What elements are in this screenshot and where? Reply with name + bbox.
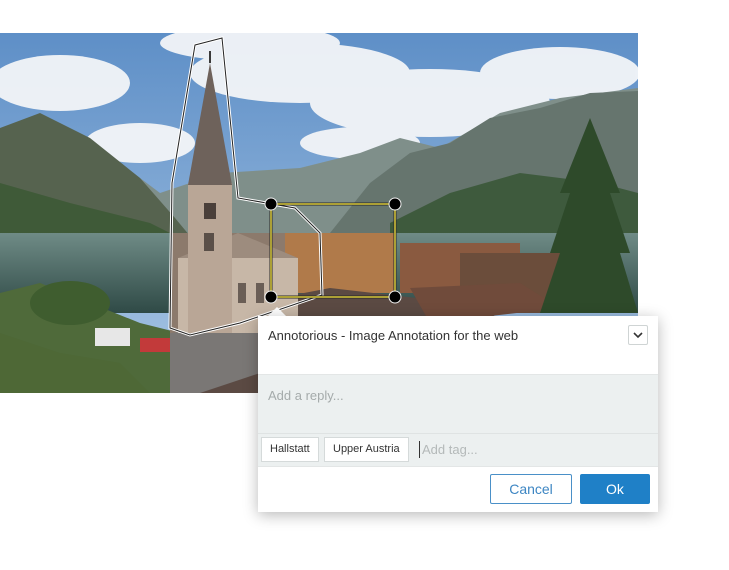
reply-placeholder: Add a reply... bbox=[268, 388, 344, 403]
editor-footer: Cancel Ok bbox=[258, 467, 658, 512]
comment-menu-button[interactable] bbox=[628, 325, 648, 345]
annotation-editor: Annotorious - Image Annotation for the w… bbox=[258, 316, 658, 512]
resize-handle-bottom-left[interactable] bbox=[264, 290, 278, 304]
popup-pointer bbox=[268, 307, 286, 316]
rectangle-selection[interactable] bbox=[264, 197, 402, 304]
resize-handle-top-left[interactable] bbox=[264, 197, 278, 211]
comment-section: Annotorious - Image Annotation for the w… bbox=[258, 316, 658, 375]
chevron-down-icon bbox=[633, 331, 643, 338]
polygon-annotation[interactable] bbox=[168, 36, 324, 337]
comment-text: Annotorious - Image Annotation for the w… bbox=[268, 328, 519, 343]
resize-handle-bottom-right[interactable] bbox=[388, 290, 402, 304]
tag-upper-austria[interactable]: Upper Austria bbox=[324, 437, 409, 462]
tag-hallstatt[interactable]: Hallstatt bbox=[261, 437, 319, 462]
add-tag-input[interactable]: Add tag... bbox=[419, 441, 478, 458]
ok-button[interactable]: Ok bbox=[580, 474, 650, 504]
reply-field[interactable]: Add a reply... bbox=[258, 375, 658, 434]
tag-bar: Hallstatt Upper Austria Add tag... bbox=[258, 434, 658, 467]
cancel-button[interactable]: Cancel bbox=[490, 474, 572, 504]
resize-handle-top-right[interactable] bbox=[388, 197, 402, 211]
